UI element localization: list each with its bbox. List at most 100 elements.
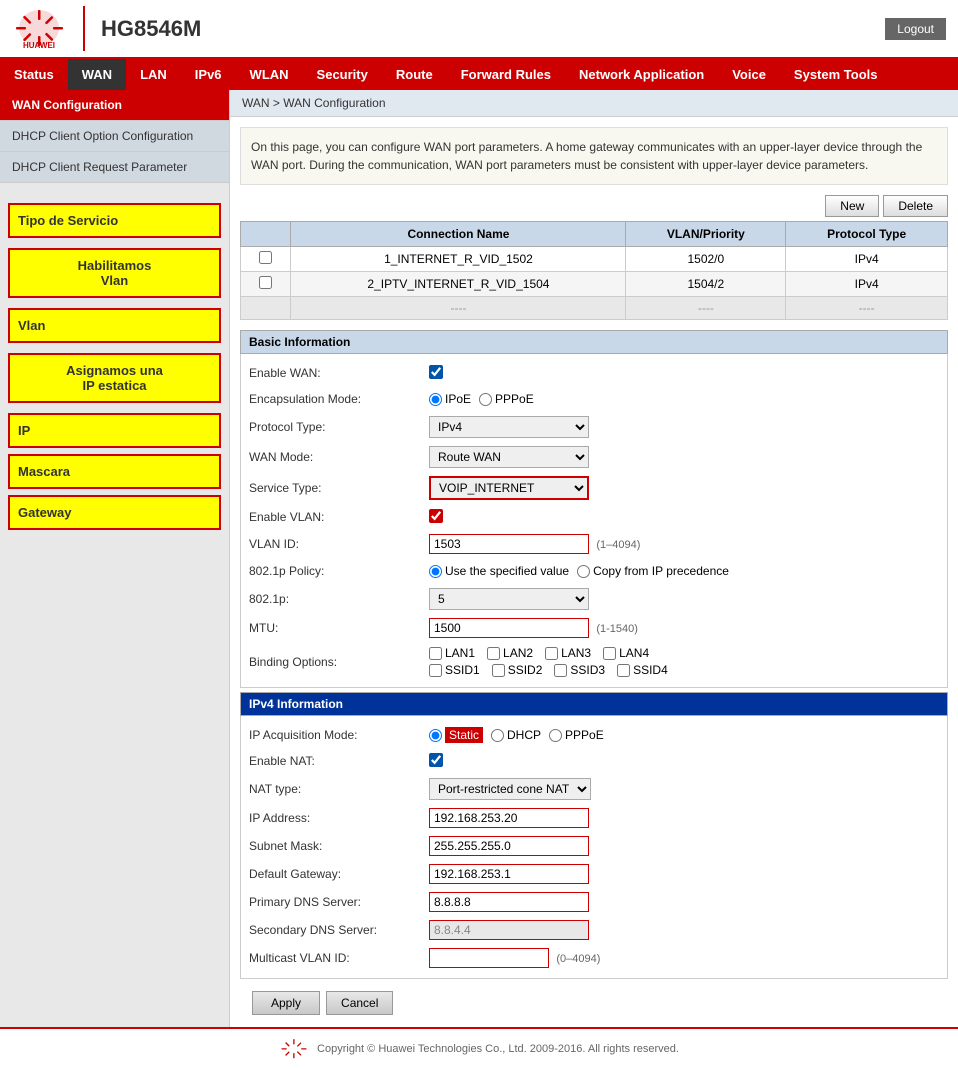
nav-forward-rules[interactable]: Forward Rules [447,59,565,90]
mtu-label: MTU: [249,621,429,635]
annotation-tipo-servicio: Tipo de Servicio [8,203,221,238]
protocol-select[interactable]: IPv4 IPv6 IPv4/IPv6 [429,416,589,438]
dot1p-select[interactable]: 01234567 [429,588,589,610]
encap-pppoe-label[interactable]: PPPoE [479,392,534,406]
acq-pppoe-label[interactable]: PPPoE [549,728,604,742]
nat-type-select[interactable]: Port-restricted cone NAT Full cone NAT S… [429,778,591,800]
nav-status[interactable]: Status [0,59,68,90]
table-row: 2_IPTV_INTERNET_R_VID_1504 1504/2 IPv4 [241,272,948,297]
mtu-hint: (1-1540) [596,623,638,635]
delete-button[interactable]: Delete [883,195,948,217]
header: HUAWEI HG8546M Logout [0,0,958,59]
ip-acq-row: IP Acquisition Mode: Static DHCP PPPo [241,722,947,748]
primary-dns-input[interactable]: 8.8.8.8 [429,892,589,912]
nav-lan[interactable]: LAN [126,59,181,90]
col-connection-name: Connection Name [291,222,626,247]
basic-info-form: Enable WAN: Encapsulation Mode: IPoE [240,354,948,688]
apply-button[interactable]: Apply [252,991,320,1015]
encap-ipoe-radio[interactable] [429,393,442,406]
acq-dhcp-label[interactable]: DHCP [491,728,541,742]
nav-wan[interactable]: WAN [68,59,126,90]
new-button[interactable]: New [825,195,879,217]
policy-row: 802.1p Policy: Use the specified value C… [241,558,947,584]
nav-wlan[interactable]: WLAN [236,59,303,90]
annotation-habilitamos-vlan: HabilitamosVlan [8,248,221,298]
acq-dhcp-radio[interactable] [491,729,504,742]
dashes-vlan: ---- [626,297,786,320]
vlan-id-input[interactable]: 1503 [429,534,589,554]
binding-lan1[interactable]: LAN1 [429,646,475,660]
cancel-button[interactable]: Cancel [326,991,393,1015]
enable-wan-checkbox[interactable] [429,365,443,379]
mtu-input[interactable]: 1500 [429,618,589,638]
sidebar: WAN Configuration DHCP Client Option Con… [0,90,230,1027]
service-type-select[interactable]: VOIP_INTERNET INTERNET VOIP TR069 OTHER [429,476,589,500]
enable-wan-label: Enable WAN: [249,366,429,380]
main-nav: Status WAN LAN IPv6 WLAN Security Route … [0,59,958,90]
svg-text:HUAWEI: HUAWEI [23,41,55,50]
col-checkbox [241,222,291,247]
annotation-vlan: Vlan [8,308,221,343]
binding-ssid2[interactable]: SSID2 [492,663,543,677]
binding-ssid3[interactable]: SSID3 [554,663,605,677]
binding-lan4[interactable]: LAN4 [603,646,649,660]
acq-pppoe-radio[interactable] [549,729,562,742]
policy-copy-text: Copy from IP precedence [593,564,729,578]
footer: Copyright © Huawei Technologies Co., Ltd… [0,1027,958,1069]
sidebar-dhcp-option[interactable]: DHCP Client Option Configuration [0,121,229,152]
logout-button[interactable]: Logout [885,18,946,40]
ip-addr-input[interactable]: 192.168.253.20 [429,808,589,828]
nav-voice[interactable]: Voice [718,59,780,90]
binding-ssid1[interactable]: SSID1 [429,663,480,677]
acq-dhcp-text: DHCP [507,728,541,742]
encap-mode-row: Encapsulation Mode: IPoE PPPoE [241,386,947,412]
row2-checkbox[interactable] [259,276,272,289]
subnet-input[interactable]: 255.255.255.0 [429,836,589,856]
multicast-row: Multicast VLAN ID: (0–4094) [241,944,947,972]
vlan-id-label: VLAN ID: [249,537,429,551]
policy-specified-text: Use the specified value [445,564,569,578]
ip-acq-label: IP Acquisition Mode: [249,728,429,742]
secondary-dns-input[interactable]: 8.8.4.4 [429,920,589,940]
wan-mode-select[interactable]: Route WAN Bridge WAN [429,446,589,468]
policy-copy-radio[interactable] [577,565,590,578]
binding-row-ssid: SSID1 SSID2 SSID3 SSID4 [429,663,939,677]
encap-ipoe-label[interactable]: IPoE [429,392,471,406]
enable-wan-row: Enable WAN: [241,360,947,386]
protocol-label: Protocol Type: [249,420,429,434]
sidebar-wan-config[interactable]: WAN Configuration [0,90,229,121]
nav-network-app[interactable]: Network Application [565,59,718,90]
sidebar-dhcp-request[interactable]: DHCP Client Request Parameter [0,152,229,183]
enable-nat-checkbox[interactable] [429,753,443,767]
policy-specified-label[interactable]: Use the specified value [429,564,569,578]
primary-dns-row: Primary DNS Server: 8.8.8.8 DNS Primario [241,888,947,916]
footer-logo [279,1037,309,1061]
multicast-label: Multicast VLAN ID: [249,951,429,965]
row1-checkbox[interactable] [259,251,272,264]
multicast-input[interactable] [429,948,549,968]
row2-protocol: IPv4 [786,272,948,297]
encap-pppoe-text: PPPoE [495,392,534,406]
binding-ssid4[interactable]: SSID4 [617,663,668,677]
binding-lan2[interactable]: LAN2 [487,646,533,660]
nav-ipv6[interactable]: IPv6 [181,59,236,90]
policy-specified-radio[interactable] [429,565,442,578]
nav-system-tools[interactable]: System Tools [780,59,892,90]
gateway-input[interactable]: 192.168.253.1 [429,864,589,884]
acq-static-radio[interactable] [429,729,442,742]
protocol-type-row: Protocol Type: IPv4 IPv6 IPv4/IPv6 [241,412,947,442]
encap-pppoe-radio[interactable] [479,393,492,406]
acq-static-label[interactable]: Static [429,727,483,743]
binding-row: Binding Options: LAN1 LAN2 LAN3 LAN4 SSI… [241,642,947,681]
policy-copy-label[interactable]: Copy from IP precedence [577,564,729,578]
row2-vlan: 1504/2 [626,272,786,297]
enable-vlan-checkbox[interactable] [429,509,443,523]
huawei-logo: HUAWEI [12,6,67,51]
binding-lan3[interactable]: LAN3 [545,646,591,660]
subnet-label: Subnet Mask: [249,839,429,853]
nav-route[interactable]: Route [382,59,447,90]
nav-security[interactable]: Security [303,59,382,90]
service-type-label: Service Type: [249,481,429,495]
nat-type-row: NAT type: Port-restricted cone NAT Full … [241,774,947,804]
col-protocol: Protocol Type [786,222,948,247]
